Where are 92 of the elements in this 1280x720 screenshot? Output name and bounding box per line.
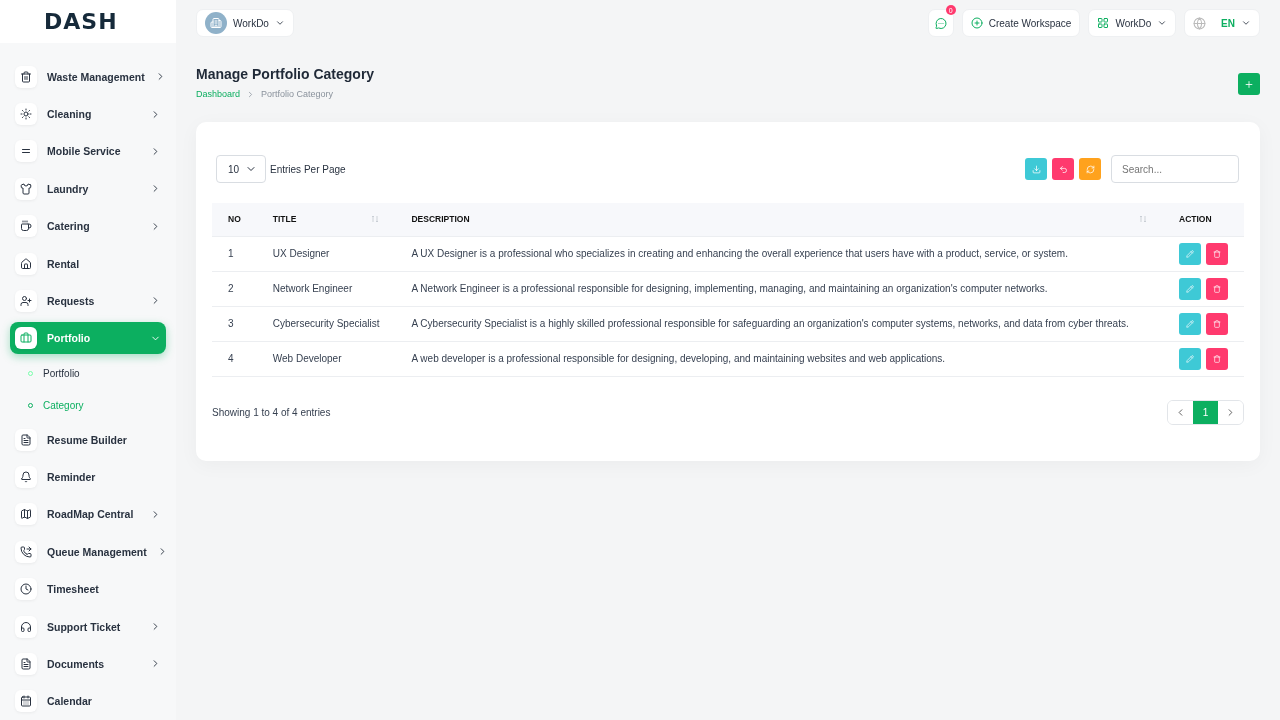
plus-icon — [1244, 78, 1254, 90]
lines-icon — [15, 140, 37, 163]
undo-button[interactable] — [1052, 158, 1074, 180]
download-icon — [1031, 164, 1041, 174]
sidebar-item[interactable]: Support Ticket — [10, 610, 166, 643]
refresh-icon — [1085, 164, 1095, 174]
page-title: Manage Portfolio Category — [196, 66, 375, 82]
entries-label: Entries Per Page — [270, 163, 346, 175]
add-button[interactable] — [1238, 73, 1260, 95]
pencil-icon — [1186, 319, 1194, 328]
chevron-icon — [274, 18, 285, 28]
sort-icon[interactable] — [371, 215, 380, 224]
document-icon — [15, 652, 37, 675]
column-header: NO — [228, 214, 241, 225]
sidebar-item[interactable]: Queue Management — [10, 535, 166, 568]
table-cell: A Cybersecurity Specialist is a highly skilled professional responsible for safeguarding an organization's computer systems, networks, and data from cyber threats. — [395, 306, 1163, 341]
table-cell: UX Designer — [256, 236, 396, 271]
column-header: TITLE — [272, 214, 297, 225]
entries-summary: Showing 1 to 4 of 4 entries — [212, 406, 331, 418]
map-icon — [15, 503, 37, 526]
pencil-icon — [1186, 354, 1194, 363]
delete-button[interactable] — [1206, 277, 1228, 300]
sidebar-item[interactable]: Waste Management — [10, 60, 166, 93]
table-cell: 3 — [212, 306, 257, 341]
sort-icon[interactable] — [1139, 215, 1147, 224]
trash-icon — [1213, 284, 1221, 293]
chevron-icon — [1241, 18, 1251, 28]
create-workspace-button[interactable]: Create Workspace — [961, 9, 1081, 37]
grid-icon — [1097, 17, 1110, 29]
globe-icon — [1193, 16, 1207, 30]
search-field[interactable]: Search... — [1111, 155, 1239, 183]
headphones-icon — [15, 615, 37, 638]
refresh-button[interactable] — [1079, 158, 1101, 180]
building-icon — [205, 12, 227, 34]
chat-icon — [934, 16, 947, 30]
sidebar-item[interactable]: Catering — [10, 210, 166, 243]
user-plus-icon — [15, 289, 37, 312]
table-cell: 1 — [212, 236, 257, 271]
download-button[interactable] — [1025, 158, 1047, 180]
breadcrumb-current: Portfolio Category — [261, 89, 334, 99]
sidebar-item[interactable]: Resume Builder — [10, 423, 166, 456]
pencil-icon — [1186, 249, 1194, 258]
sidebar-item[interactable]: Cleaning — [10, 98, 166, 131]
sun-icon — [15, 103, 37, 126]
briefcase-icon — [15, 327, 37, 350]
sidebar-item[interactable]: Timesheet — [10, 573, 166, 606]
table-cell: Web Developer — [256, 341, 396, 376]
sidebar-item[interactable]: RoadMap Central — [10, 498, 166, 531]
entries-select[interactable]: 10 — [216, 155, 266, 183]
phone-icon — [15, 540, 37, 563]
table-cell: A web developer is a professional responsible for designing, developing, and maintaining websites and web applications. — [395, 341, 1163, 376]
table-cell: A Network Engineer is a professional responsible for designing, implementing, managing, and maintaining an organization's computer networks. — [395, 271, 1163, 306]
sidebar-item[interactable]: Requests — [10, 284, 166, 317]
table-cell: 4 — [212, 341, 257, 376]
table-cell: Cybersecurity Specialist — [256, 306, 396, 341]
table-cell: A UX Designer is a professional who specializes in creating and enhancing the overall experience that users have with a product, service, or system. — [395, 236, 1163, 271]
trash-icon — [15, 65, 37, 88]
workspace-selector[interactable]: WorkDo — [196, 9, 294, 37]
sidebar-item[interactable]: Laundry — [10, 172, 166, 205]
edit-button[interactable] — [1179, 312, 1201, 335]
clock-icon — [15, 578, 37, 601]
plus-circle-icon — [970, 17, 983, 29]
trash-icon — [1213, 319, 1221, 328]
shirt-icon — [15, 177, 37, 200]
calendar-icon — [15, 690, 37, 713]
pencil-icon — [1186, 284, 1194, 293]
edit-button[interactable] — [1179, 242, 1201, 265]
delete-button[interactable] — [1206, 242, 1228, 265]
sidebar-item[interactable]: Documents — [10, 647, 166, 680]
house-icon — [15, 252, 37, 275]
logo: DASH — [44, 9, 118, 34]
edit-button[interactable] — [1179, 347, 1201, 370]
trash-icon — [1213, 249, 1221, 258]
delete-button[interactable] — [1206, 347, 1228, 370]
sidebar-item[interactable]: Reminder — [10, 461, 166, 494]
document-icon — [15, 428, 37, 451]
bell-icon — [15, 466, 37, 489]
column-header: ACTION — [1179, 214, 1212, 225]
sidebar-item[interactable]: Calendar — [10, 685, 166, 718]
table-cell: 2 — [212, 271, 257, 306]
cup-icon — [15, 215, 37, 238]
submenu-item[interactable]: Portfolio — [10, 357, 166, 389]
app-selector[interactable]: WorkDo — [1088, 9, 1177, 37]
chevron-icon — [1157, 18, 1168, 28]
sidebar-item[interactable]: Mobile Service — [10, 135, 166, 168]
trash-icon — [1213, 354, 1221, 363]
delete-button[interactable] — [1206, 312, 1228, 335]
table-cell: Network Engineer — [256, 271, 396, 306]
undo-icon — [1058, 164, 1068, 174]
sidebar-item[interactable]: Rental — [10, 247, 166, 280]
column-header: DESCRIPTION — [411, 214, 470, 225]
edit-button[interactable] — [1179, 277, 1201, 300]
